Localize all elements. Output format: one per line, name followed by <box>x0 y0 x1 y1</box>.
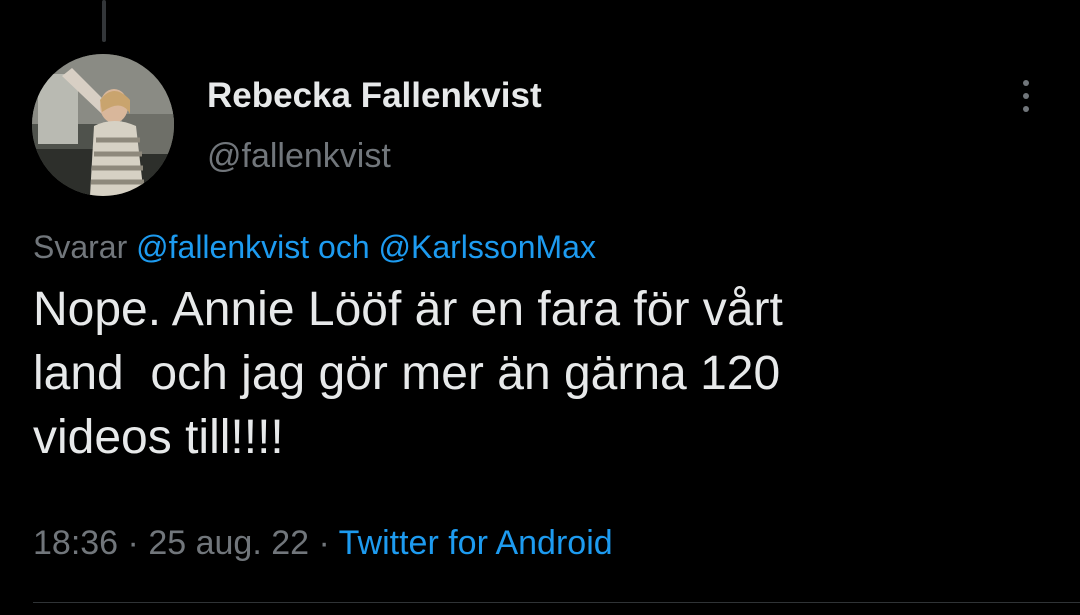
mention-link-karlssonmax[interactable]: @KarlssonMax <box>379 229 596 265</box>
tweet-text: Nope. Annie Lööf är en fara för vårt lan… <box>33 278 1043 470</box>
more-vertical-icon-dot <box>1023 93 1029 99</box>
tweet-text-line: Nope. Annie Lööf är en fara för vårt <box>33 283 783 336</box>
thread-connector-line <box>102 0 106 42</box>
author-handle[interactable]: @fallenkvist <box>207 137 391 176</box>
reply-context: Svarar @fallenkvist och @KarlssonMax <box>33 229 596 266</box>
tweet-text-line: videos till!!!! <box>33 411 284 464</box>
avatar-photo-icon <box>32 54 174 196</box>
tweet-time[interactable]: 18:36 <box>33 524 118 562</box>
divider <box>33 602 1080 603</box>
tweet-metadata: 18:36 · 25 aug. 22 · Twitter for Android <box>33 524 613 563</box>
avatar[interactable] <box>32 54 174 196</box>
author-display-name[interactable]: Rebecka Fallenkvist <box>207 76 542 116</box>
meta-separator: · <box>318 524 330 562</box>
tweet-text-line: land och jag gör mer än gärna 120 <box>33 347 781 400</box>
mention-link-fallenkvist[interactable]: @fallenkvist <box>136 229 309 265</box>
more-options-button[interactable] <box>1006 74 1046 118</box>
more-vertical-icon <box>1023 80 1029 86</box>
meta-separator: · <box>127 524 139 562</box>
more-vertical-icon-dot <box>1023 106 1029 112</box>
tweet-source-link[interactable]: Twitter for Android <box>339 524 613 562</box>
mention-joiner: och <box>318 229 370 265</box>
tweet-date[interactable]: 25 aug. 22 <box>148 524 309 562</box>
reply-prefix: Svarar <box>33 229 128 265</box>
